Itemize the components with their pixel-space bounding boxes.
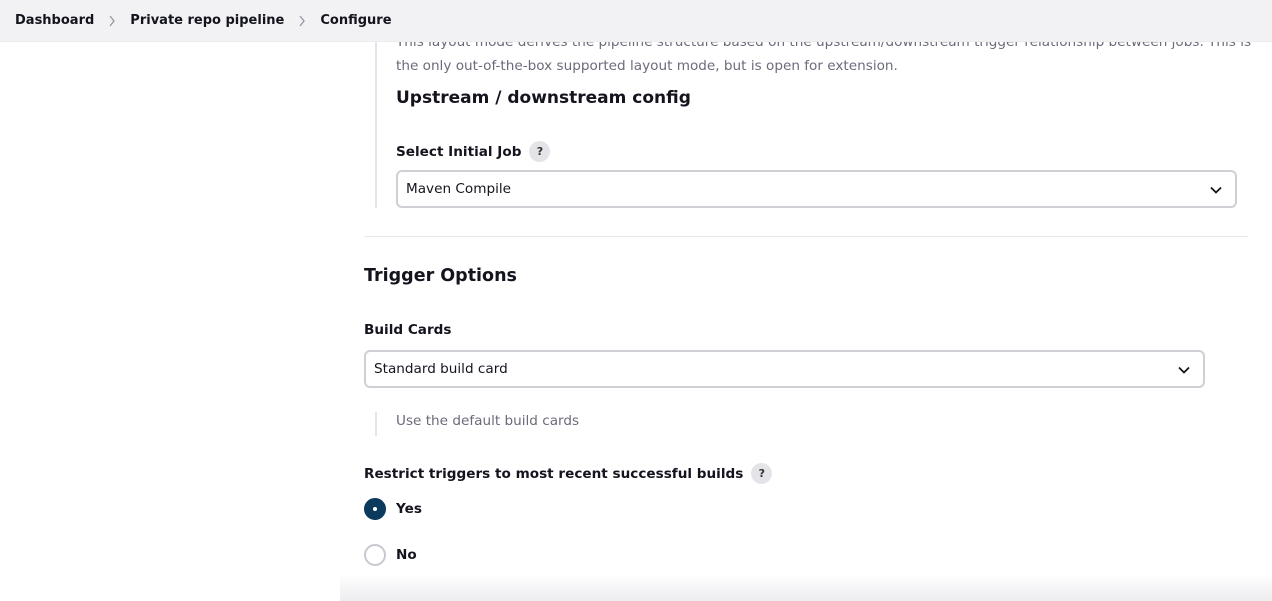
breadcrumb: Dashboard Private repo pipeline Configur… [0, 0, 1272, 42]
initial-job-select[interactable]: Maven Compile [396, 170, 1237, 208]
restrict-triggers-text: Restrict triggers to most recent success… [364, 465, 744, 482]
build-cards-value: Standard build card [374, 361, 508, 377]
chevron-right-icon [284, 15, 320, 27]
breadcrumb-private-repo-pipeline[interactable]: Private repo pipeline [130, 13, 284, 28]
bottom-toolbar-shadow [340, 574, 1272, 601]
build-cards-label: Build Cards [364, 322, 452, 338]
radio-button-unselected[interactable] [364, 544, 386, 566]
chevron-right-icon [94, 15, 130, 27]
select-initial-job-text: Select Initial Job [396, 143, 522, 160]
radio-option-yes[interactable]: Yes [364, 498, 422, 520]
restrict-triggers-label: Restrict triggers to most recent success… [364, 463, 773, 484]
build-cards-select[interactable]: Standard build card [364, 350, 1205, 388]
trigger-options-heading: Trigger Options [364, 266, 517, 286]
radio-button-selected[interactable] [364, 498, 386, 520]
radio-label-yes: Yes [396, 501, 422, 517]
chevron-down-icon [1177, 363, 1191, 381]
radio-label-no: No [396, 547, 417, 563]
breadcrumb-configure[interactable]: Configure [320, 13, 391, 28]
breadcrumb-dashboard[interactable]: Dashboard [15, 13, 94, 28]
help-icon[interactable]: ? [529, 141, 551, 162]
select-initial-job-label: Select Initial Job ? [396, 141, 551, 162]
build-cards-text: Build Cards [364, 322, 452, 338]
help-icon[interactable]: ? [751, 463, 773, 484]
build-cards-hint: Use the default build cards [396, 413, 580, 429]
hint-indent-bar [375, 412, 377, 436]
chevron-down-icon [1209, 183, 1223, 201]
upstream-config-heading: Upstream / downstream config [396, 88, 691, 108]
section-divider [364, 236, 1248, 237]
initial-job-value: Maven Compile [406, 181, 511, 197]
radio-option-no[interactable]: No [364, 544, 417, 566]
